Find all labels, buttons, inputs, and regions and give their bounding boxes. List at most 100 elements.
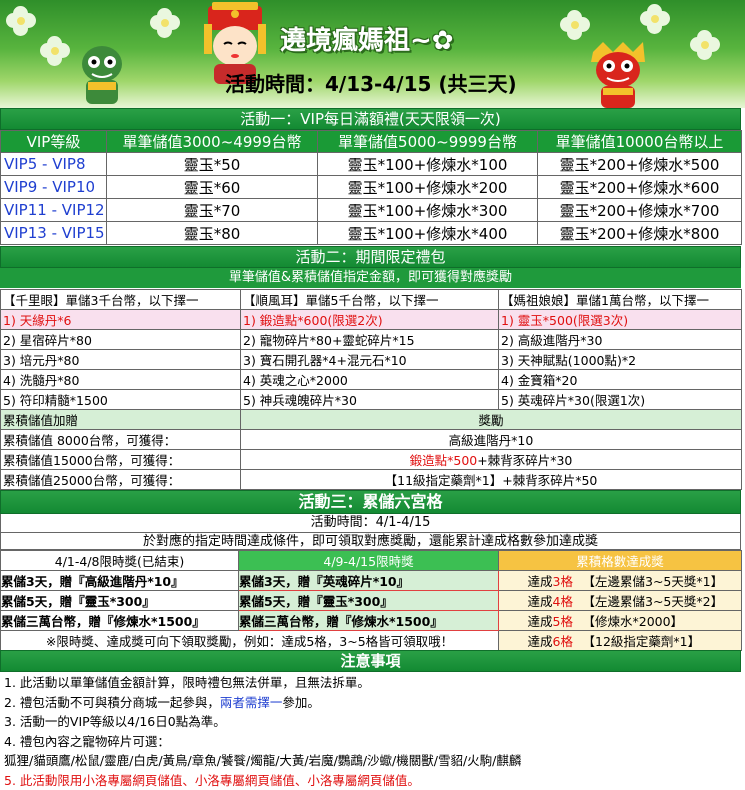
cumulative-row: 累積儲值25000台幣，可獲得： 【11級指定藥劑*1】+棘背豕碎片*50 <box>1 470 742 490</box>
pack-option: 5) 神兵魂魄碎片*30 <box>241 390 499 410</box>
reward-header: 獎勵 <box>241 410 742 430</box>
time-reward: 累儲三萬台幣，贈『修煉水*1500』 <box>239 611 499 631</box>
boar-shard-reward: +棘背豕碎片*30 <box>477 453 572 468</box>
pack-option: 2) 高級進階丹*30 <box>499 330 742 350</box>
act2-table: 【千里眼】單儲3千台幣，以下擇一 【順風耳】單儲5千台幣，以下擇一 【媽祖娘娘】… <box>0 289 742 490</box>
achieve-reward: 【修煉水*2000】 <box>583 611 742 631</box>
achieve-count: 5格 <box>553 611 583 631</box>
act1-row: VIP13 - VIP15 靈玉*80 靈玉*100+修煉水*400 靈玉*20… <box>1 222 742 245</box>
act2-header-row: 【千里眼】單儲3千台幣，以下擇一 【順風耳】單儲5千台幣，以下擇一 【媽祖娘娘】… <box>1 290 742 310</box>
act3-header-row: 4/1-4/8限時獎(已結束) 4/9-4/15限時獎 累積格數達成獎 <box>1 551 742 571</box>
act2-header: 【千里眼】單儲3千台幣，以下擇一 <box>1 290 241 310</box>
achieve-count: 6格 <box>553 631 583 651</box>
act3-row: 累儲三萬台幣，贈『修煉水*1500』 累儲三萬台幣，贈『修煉水*1500』 達成… <box>1 611 742 631</box>
pack-option: 4) 金寶箱*20 <box>499 370 742 390</box>
time-reward: 累儲5天，贈『靈玉*300』 <box>1 591 239 611</box>
pack-option: 2) 寵物碎片*80+靈蛇碎片*15 <box>241 330 499 350</box>
act3-note: ※限時獎、達成獎可向下領取獎勵，例如：達成5格，3~5格皆可領取哦！ <box>1 631 499 651</box>
act1-header: 單筆儲值3000~4999台幣 <box>107 131 318 153</box>
vip-level: VIP9 - VIP10 <box>1 176 107 199</box>
act1-header: VIP等級 <box>1 131 107 153</box>
notes-title: 注意事項 <box>0 650 741 672</box>
pack-option: 1) 靈玉*500(限選3次) <box>499 310 742 330</box>
vip-level: VIP11 - VIP12 <box>1 199 107 222</box>
act3-header: 4/9-4/15限時獎 <box>239 551 499 571</box>
cumulative-condition: 累積儲值25000台幣，可獲得： <box>1 470 241 490</box>
reward-cell: 靈玉*200+修煉水*700 <box>538 199 742 222</box>
act3-header: 累積格數達成獎 <box>499 551 742 571</box>
cumulative-reward: 鍛造點*500+棘背豕碎片*30 <box>241 450 742 470</box>
note-highlight: 兩者需擇一 <box>220 695 283 710</box>
reward-cell: 靈玉*60 <box>107 176 318 199</box>
vip-level: VIP5 - VIP8 <box>1 153 107 176</box>
act1-header: 單筆儲值10000台幣以上 <box>538 131 742 153</box>
act2-subtitle: 單筆儲值&累積儲值指定金額，即可獲得對應獎勵 <box>0 268 741 288</box>
reward-cell: 靈玉*100+修煉水*300 <box>318 199 538 222</box>
cumulative-header: 累積儲值加贈 <box>1 410 241 430</box>
pack-option: 3) 寶石開孔器*4+混元石*10 <box>241 350 499 370</box>
clover-icon <box>560 10 590 40</box>
cumulative-row: 累積儲值15000台幣，可獲得： 鍛造點*500+棘背豕碎片*30 <box>1 450 742 470</box>
reward-cell: 靈玉*100+修煉水*100 <box>318 153 538 176</box>
reward-cell: 靈玉*50 <box>107 153 318 176</box>
cumulative-reward: 高級進階丹*10 <box>241 430 742 450</box>
pack-option: 4) 洗髓丹*80 <box>1 370 241 390</box>
act3-row: 累儲5天，贈『靈玉*300』 累儲5天，贈『靈玉*300』 達成 4格 【左邊累… <box>1 591 742 611</box>
time-reward: 累儲三萬台幣，贈『修煉水*1500』 <box>1 611 239 631</box>
note-text: 2. 禮包活動不可與積分商城一起參與， <box>4 695 220 710</box>
clover-icon <box>640 4 670 34</box>
act3-table: 4/1-4/8限時獎(已結束) 4/9-4/15限時獎 累積格數達成獎 累儲3天… <box>0 550 742 651</box>
cumulative-condition: 累積儲值 8000台幣，可獲得： <box>1 430 241 450</box>
act3-row: ※限時獎、達成獎可向下領取獎勵，例如：達成5格，3~5格皆可領取哦！ 達成 6格… <box>1 631 742 651</box>
act2-row: 3) 培元丹*80 3) 寶石開孔器*4+混元石*10 3) 天神賦點(1000… <box>1 350 742 370</box>
reward-cell: 靈玉*100+修煉水*400 <box>318 222 538 245</box>
achieve-label: 達成 <box>499 611 553 631</box>
notes-list: 1. 此活動以單筆儲值金額計算，限時禮包無法併單，且無法拆單。 2. 禮包活動不… <box>4 673 741 790</box>
banner: 遶境瘋媽祖~✿ 活動時間：4/13-4/15 (共三天) <box>0 0 745 108</box>
act2-row: 2) 星宿碎片*80 2) 寵物碎片*80+靈蛇碎片*15 2) 高級進階丹*3… <box>1 330 742 350</box>
clover-icon <box>40 36 70 66</box>
reward-cell: 靈玉*200+修煉水*800 <box>538 222 742 245</box>
pack-option: 1) 天緣丹*6 <box>1 310 241 330</box>
achieve-count: 3格 <box>553 571 583 591</box>
banner-period: 活動時間：4/13-4/15 (共三天) <box>225 68 517 97</box>
note-text: 參加。 <box>282 695 320 710</box>
act2-header: 【媽祖娘娘】單儲1萬台幣，以下擇一 <box>499 290 742 310</box>
act1-title: 活動一：VIP每日滿額禮(天天限領一次) <box>0 108 741 130</box>
pet-list: 狐狸/貓頭鷹/松鼠/靈鹿/白虎/黃鳥/章魚/饕餮/燭龍/大黃/岩魔/鸚鵡/沙蠍/… <box>4 751 741 771</box>
note-item: 2. 禮包活動不可與積分商城一起參與，兩者需擇一參加。 <box>4 693 741 713</box>
reward-cell: 靈玉*100+修煉水*200 <box>318 176 538 199</box>
achieve-label: 達成 <box>499 571 553 591</box>
achieve-reward: 【左邊累儲3~5天獎*2】 <box>583 591 742 611</box>
reward-cell: 靈玉*80 <box>107 222 318 245</box>
act2-title: 活動二：期間限定禮包 <box>0 246 741 268</box>
time-reward: 累儲3天，贈『高級進階丹*10』 <box>1 571 239 591</box>
act2-row: 5) 符印精髓*1500 5) 神兵魂魄碎片*30 5) 英魂碎片*30(限選1… <box>1 390 742 410</box>
act2-row: 1) 天緣丹*6 1) 鍛造點*600(限選2次) 1) 靈玉*500(限選3次… <box>1 310 742 330</box>
reward-cell: 靈玉*200+修煉水*500 <box>538 153 742 176</box>
act3-period: 活動時間：4/1-4/15 <box>0 514 741 532</box>
forge-points-reward: 鍛造點*500 <box>410 453 478 468</box>
pack-option: 2) 星宿碎片*80 <box>1 330 241 350</box>
act1-header-row: VIP等級 單筆儲值3000~4999台幣 單筆儲值5000~9999台幣 單筆… <box>1 131 742 153</box>
clover-icon <box>150 8 180 38</box>
note-item: 3. 活動一的VIP等級以4/16日0點為準。 <box>4 712 741 732</box>
act3-description: 於對應的指定時間達成條件，即可領取對應獎勵，還能累計達成格數參加達成獎 <box>0 532 741 550</box>
note-item: 1. 此活動以單筆儲值金額計算，限時禮包無法併單，且無法拆單。 <box>4 673 741 693</box>
act3-title: 活動三：累儲六宮格 <box>0 490 741 514</box>
pack-option: 3) 天神賦點(1000點)*2 <box>499 350 742 370</box>
act3-header: 4/1-4/8限時獎(已結束) <box>1 551 239 571</box>
act1-table: VIP等級 單筆儲值3000~4999台幣 單筆儲值5000~9999台幣 單筆… <box>0 130 742 245</box>
pack-option: 4) 英魂之心*2000 <box>241 370 499 390</box>
time-reward: 累儲3天，贈『英魂碎片*10』 <box>239 571 499 591</box>
pack-option: 5) 符印精髓*1500 <box>1 390 241 410</box>
reward-cell: 靈玉*70 <box>107 199 318 222</box>
reward-cell: 靈玉*200+修煉水*600 <box>538 176 742 199</box>
clover-icon <box>6 6 36 36</box>
page: 遶境瘋媽祖~✿ 活動時間：4/13-4/15 (共三天) 活動一：VIP每日滿額… <box>0 0 745 787</box>
achieve-label: 達成 <box>499 591 553 611</box>
pack-option: 1) 鍛造點*600(限選2次) <box>241 310 499 330</box>
cumulative-row: 累積儲值 8000台幣，可獲得： 高級進階丹*10 <box>1 430 742 450</box>
achieve-label: 達成 <box>499 631 553 651</box>
act1-row: VIP5 - VIP8 靈玉*50 靈玉*100+修煉水*100 靈玉*200+… <box>1 153 742 176</box>
